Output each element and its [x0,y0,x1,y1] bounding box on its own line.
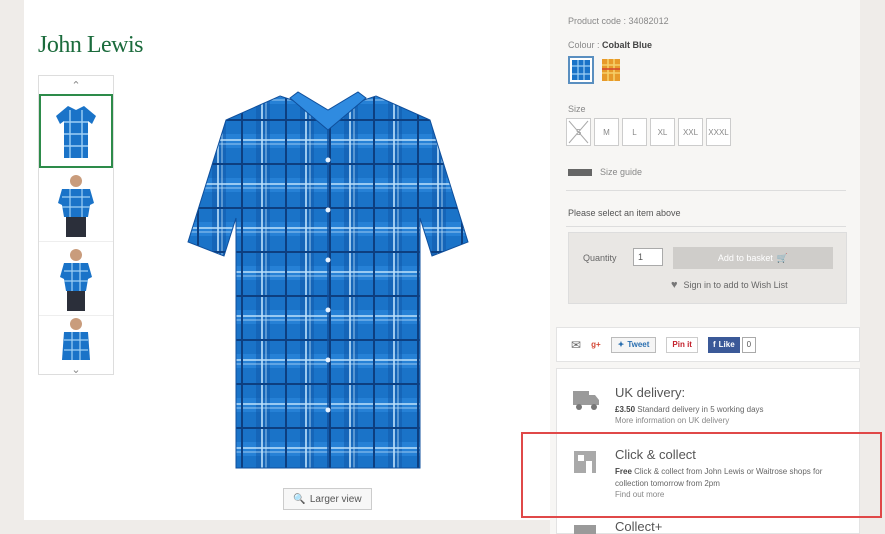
size-selector: S M L XL XXL XXXL [566,118,731,146]
select-item-message: Please select an item above [568,208,681,218]
size-guide-link[interactable]: Size guide [568,167,642,177]
facebook-like-button[interactable]: f Like [707,336,740,353]
product-code: Product code : 34082012 [568,16,669,26]
uk-delivery-text: £3.50 Standard delivery in 5 working day… [615,405,764,414]
collect-plus-title: Collect+ [615,519,663,534]
swatch-cobalt-blue[interactable] [568,56,594,84]
truck-icon [573,391,599,410]
uk-delivery-title: UK delivery: [615,385,686,400]
divider [566,190,846,191]
swatch-orange[interactable] [598,56,624,84]
size-option[interactable]: XL [650,118,675,146]
share-bar: ✉ g+ ✦ Tweet Pin it f Like 0 [556,327,860,362]
heart-icon: ♥ [671,279,678,291]
facebook-icon: f [712,340,716,349]
highlight-box [521,432,882,518]
size-option[interactable]: M [594,118,619,146]
size-option[interactable]: XXXL [706,118,731,146]
magnifier-icon: 🔍 [293,493,306,505]
thumbnail-model-back[interactable] [39,316,113,360]
wishlist-link[interactable]: ♥ Sign in to add to Wish List [671,279,788,291]
add-to-basket-box: Quantity 1 Add to basket 🛒 ♥ Sign in to … [568,232,847,304]
thumbnail-shirt-front[interactable] [39,94,113,168]
size-option[interactable]: XXL [678,118,703,146]
tweet-button[interactable]: ✦ Tweet [610,336,657,353]
thumbnail-model-side[interactable] [39,242,113,316]
thumbnail-model-front[interactable] [39,168,113,242]
colour-value: Cobalt Blue [602,40,653,50]
thumbnail-carousel: ⌃ ⌄ [38,75,114,378]
basket-icon: 🛒 [776,252,789,263]
divider [566,226,846,227]
colour-label: Colour : Cobalt Blue [568,40,653,50]
size-option[interactable]: L [622,118,647,146]
brand-logo[interactable]: John Lewis [38,32,144,59]
main-product-image[interactable] [168,90,488,470]
quantity-label: Quantity [583,253,617,263]
google-plus-icon[interactable]: g+ [591,337,601,353]
pin-it-button[interactable]: Pin it [666,336,698,353]
collect-plus-icon [574,525,596,534]
like-count: 0 [741,336,757,353]
twitter-icon: ✦ [617,340,625,349]
add-to-basket-button[interactable]: Add to basket 🛒 [673,247,833,269]
chevron-up-icon[interactable]: ⌃ [39,76,113,94]
larger-view-button[interactable]: 🔍 Larger view [283,488,372,510]
collect-plus-body: Collect+ [615,519,855,534]
size-label: Size [568,104,586,114]
uk-delivery-link[interactable]: More information on UK delivery [615,416,855,425]
chevron-down-icon[interactable]: ⌄ [39,360,113,378]
email-icon[interactable]: ✉ [571,337,581,353]
uk-delivery-body: UK delivery: £3.50 Standard delivery in … [615,385,855,425]
quantity-input[interactable]: 1 [633,248,663,266]
size-option[interactable]: S [566,118,591,146]
ruler-icon [568,168,592,176]
